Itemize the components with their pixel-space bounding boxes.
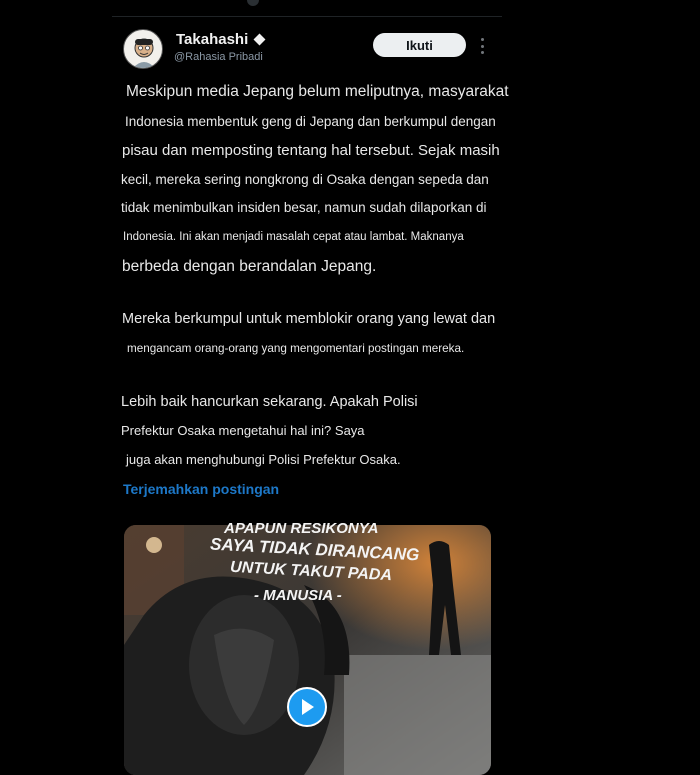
post-text-line: Indonesia. Ini akan menjadi masalah cepa… bbox=[123, 231, 464, 243]
post-text-line: Mereka berkumpul untuk memblokir orang y… bbox=[122, 311, 496, 327]
author-display-name[interactable]: Takahashi bbox=[176, 31, 248, 48]
post-text-line: Indonesia membentuk geng di Jepang dan b… bbox=[125, 114, 496, 129]
top-divider bbox=[112, 16, 502, 17]
post-text-line: tidak menimbulkan insiden besar, namun s… bbox=[121, 200, 487, 215]
more-vertical-icon[interactable] bbox=[478, 38, 486, 54]
post-text-line: berbeda dengan berandalan Jepang. bbox=[122, 258, 377, 275]
play-icon bbox=[302, 699, 314, 715]
post-text-line: juga akan menghubungi Polisi Prefektur O… bbox=[126, 452, 401, 467]
previous-post-avatar-edge bbox=[247, 0, 259, 6]
verified-diamond-icon bbox=[253, 33, 266, 46]
video-caption-line: APAPUN RESIKONYA bbox=[224, 520, 379, 537]
avatar-cartoon-icon bbox=[133, 38, 155, 68]
post-text-line: pisau dan memposting tentang hal tersebu… bbox=[122, 142, 500, 159]
post-text-line: Meskipun media Jepang belum meliputnya, … bbox=[126, 83, 509, 100]
author-handle[interactable]: @Rahasia Pribadi bbox=[174, 51, 263, 63]
follow-button[interactable]: Ikuti bbox=[373, 33, 466, 57]
post-text-line: kecil, mereka sering nongkrong di Osaka … bbox=[121, 172, 489, 187]
video-caption-line: - MANUSIA - bbox=[254, 587, 342, 604]
post-text-line: Lebih baik hancurkan sekarang. Apakah Po… bbox=[121, 394, 418, 410]
avatar[interactable] bbox=[123, 29, 163, 69]
translate-post-link[interactable]: Terjemahkan postingan bbox=[123, 481, 279, 497]
post-text-line: mengancam orang-orang yang mengomentari … bbox=[127, 342, 465, 355]
play-button[interactable] bbox=[287, 687, 327, 727]
post-text-line: Prefektur Osaka mengetahui hal ini? Saya bbox=[121, 423, 365, 438]
author-name-row[interactable]: Takahashi bbox=[176, 31, 266, 48]
